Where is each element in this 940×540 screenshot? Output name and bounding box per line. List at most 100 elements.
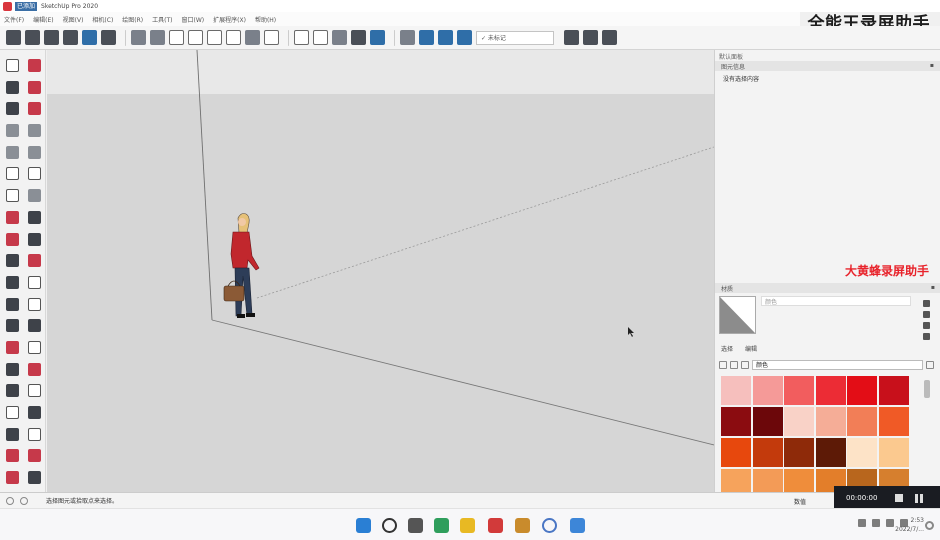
menu-file[interactable]: 文件(F) — [4, 15, 24, 24]
sandbox-icon[interactable] — [28, 471, 41, 485]
paint-bucket-icon[interactable] — [6, 80, 19, 94]
share-model-icon[interactable] — [25, 30, 40, 45]
color-swatch[interactable] — [878, 407, 909, 436]
three-point-arc-icon[interactable] — [6, 189, 19, 203]
menu-draw[interactable]: 绘图(R) — [122, 15, 143, 24]
previous-view-icon[interactable] — [28, 384, 41, 398]
color-swatch[interactable] — [752, 407, 783, 436]
monochrome-icon[interactable] — [370, 30, 385, 45]
task-view-icon[interactable] — [408, 518, 423, 533]
color-swatch[interactable] — [721, 438, 751, 467]
browser-taskbar-icon[interactable] — [542, 518, 557, 533]
rectangle-icon[interactable] — [6, 124, 19, 138]
info-icon[interactable] — [6, 496, 14, 505]
scale-figure[interactable] — [223, 213, 260, 319]
circle-icon[interactable] — [6, 145, 19, 159]
model-viewport[interactable] — [47, 50, 714, 492]
tab-select[interactable]: 选择 — [721, 346, 733, 353]
tags-panel-icon[interactable] — [564, 30, 579, 45]
outliner-icon[interactable] — [602, 30, 617, 45]
arc-icon[interactable] — [6, 167, 19, 181]
color-swatch[interactable] — [847, 407, 877, 436]
iso-view-icon[interactable] — [131, 30, 146, 45]
zoom-extents-icon[interactable] — [6, 384, 19, 398]
display-secondary-icon[interactable] — [923, 322, 930, 329]
make-component-icon[interactable] — [28, 59, 41, 72]
tag-color-icon[interactable] — [583, 30, 598, 45]
rotate-icon[interactable] — [6, 232, 19, 246]
hidden-line-icon[interactable] — [313, 30, 328, 45]
clock[interactable]: 2:53 2022/7/... — [895, 516, 924, 534]
look-around-icon[interactable] — [28, 406, 41, 419]
volume-icon[interactable] — [886, 519, 894, 527]
axes-icon[interactable] — [400, 30, 415, 45]
axes-tool-icon[interactable] — [6, 319, 19, 333]
line-tool-icon[interactable] — [6, 102, 19, 116]
wireframe-icon[interactable] — [294, 30, 309, 45]
chevron-up-icon[interactable] — [858, 519, 866, 527]
warehouse-tool-icon[interactable] — [6, 449, 19, 463]
zoom-icon[interactable] — [6, 362, 19, 376]
swatch-scrollbar[interactable] — [924, 380, 930, 398]
shaded-textures-icon[interactable] — [351, 30, 366, 45]
ruby-console-icon[interactable] — [6, 471, 19, 485]
color-swatch[interactable] — [784, 438, 814, 467]
forward-icon[interactable] — [730, 361, 738, 369]
extension-manager-icon[interactable] — [82, 30, 97, 45]
stop-icon[interactable] — [895, 494, 904, 502]
walk-icon[interactable] — [6, 427, 19, 441]
chat-icon[interactable] — [434, 518, 449, 533]
windows-start-icon[interactable] — [356, 518, 371, 533]
sample-paint-icon[interactable] — [923, 333, 930, 340]
sketchup-taskbar-icon[interactable] — [488, 518, 503, 533]
style-builder-icon[interactable] — [101, 30, 116, 45]
pause-icon[interactable] — [915, 493, 925, 503]
color-swatch[interactable] — [752, 438, 783, 467]
dimension-icon[interactable] — [28, 275, 41, 289]
menu-edit[interactable]: 编辑(E) — [33, 15, 53, 24]
front-view-icon[interactable] — [169, 30, 184, 45]
search-icon[interactable] — [382, 518, 397, 533]
create-material-icon[interactable] — [923, 300, 930, 307]
xray-icon[interactable] — [245, 30, 260, 45]
home-icon[interactable] — [741, 361, 749, 369]
pie-icon[interactable] — [28, 189, 41, 203]
tag-select[interactable]: ✓ 未标记 — [476, 30, 554, 45]
section-fill-icon[interactable] — [457, 30, 472, 45]
entity-info-header[interactable]: 图元信息 ▪ — [715, 61, 940, 71]
extension-tool-icon[interactable] — [28, 449, 41, 463]
offset-icon[interactable] — [28, 254, 41, 268]
get-models-icon[interactable] — [6, 30, 21, 45]
left-view-icon[interactable] — [226, 30, 241, 45]
top-view-icon[interactable] — [150, 30, 165, 45]
pan-icon[interactable] — [28, 340, 41, 354]
freehand-icon[interactable] — [28, 102, 41, 116]
color-swatch[interactable] — [752, 376, 783, 405]
file-explorer-icon[interactable] — [460, 518, 475, 533]
back-edges-icon[interactable] — [264, 30, 279, 45]
protractor-icon[interactable] — [6, 297, 19, 311]
back-view-icon[interactable] — [207, 30, 222, 45]
position-camera-icon[interactable] — [6, 406, 19, 419]
shaded-icon[interactable] — [332, 30, 347, 45]
section-cut-icon[interactable] — [438, 30, 453, 45]
zoom-window-icon[interactable] — [28, 362, 41, 376]
follow-me-icon[interactable] — [28, 232, 41, 246]
menu-camera[interactable]: 相机(C) — [92, 15, 113, 24]
color-swatch[interactable] — [815, 438, 846, 467]
menu-extensions[interactable]: 扩展程序(X) — [213, 15, 246, 24]
text-tool-icon[interactable] — [28, 297, 41, 311]
layout-icon[interactable] — [63, 30, 78, 45]
menu-window[interactable]: 窗口(W) — [182, 15, 205, 24]
color-swatch[interactable] — [847, 438, 877, 467]
color-swatch[interactable] — [784, 376, 814, 405]
push-pull-icon[interactable] — [28, 210, 41, 224]
polygon-icon[interactable] — [28, 145, 41, 159]
color-swatch[interactable] — [878, 376, 909, 405]
color-swatch[interactable] — [784, 407, 814, 436]
color-swatch[interactable] — [815, 376, 846, 405]
library-dropdown[interactable]: 颜色 — [752, 360, 923, 370]
two-point-arc-icon[interactable] — [28, 167, 41, 181]
collapse-icon[interactable]: ▪ — [930, 62, 934, 70]
default-material-icon[interactable] — [923, 311, 930, 318]
